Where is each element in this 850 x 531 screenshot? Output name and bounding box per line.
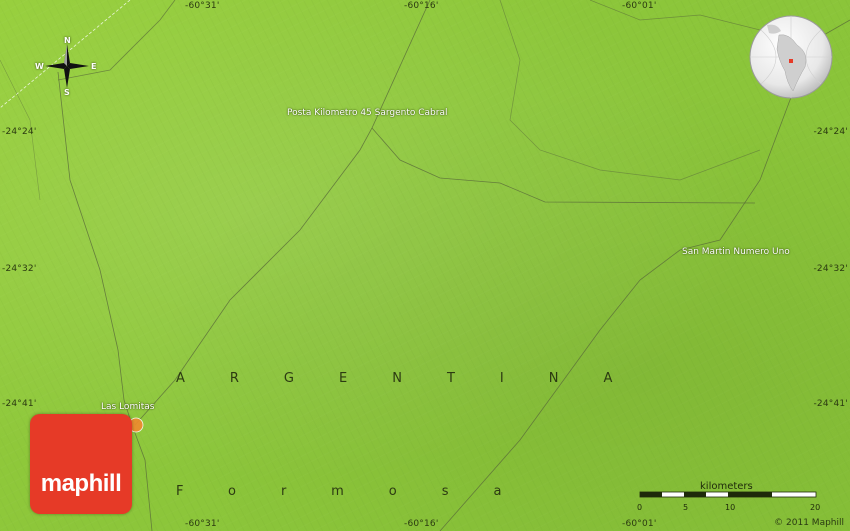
latitude-label-right: -24°24' [813,127,848,137]
maphill-logo[interactable]: maphill [30,414,132,514]
road [134,0,431,426]
latitude-label-right: -24°41' [813,399,848,409]
place-label-las-lomitas[interactable]: Las Lomitas [101,402,154,412]
longitude-label-bottom: -60°31' [185,519,220,529]
place-label-posta-km45[interactable]: Posta Kilometro 45 Sargento Cabral [287,108,447,118]
compass-rose-icon [45,44,89,88]
scale-bar [639,491,817,498]
longitude-label-bottom: -60°01' [622,519,657,529]
scale-tick: 5 [683,503,689,512]
scale-tick: 10 [725,503,736,512]
place-label-san-martin[interactable]: San Martin Numero Uno [682,247,790,257]
latitude-label-right: -24°32' [813,264,848,274]
country-label: ARGENTINA [176,371,658,386]
longitude-label-top: -60°31' [185,1,220,11]
maphill-logo-text: maphill [40,470,122,497]
scale-tick: 0 [637,503,643,512]
longitude-label-bottom: -60°16' [404,519,439,529]
road [371,127,756,204]
map-canvas[interactable]: N S E W -60°31' -60°16' -60°01' -60°31' … [0,0,850,531]
scale-tick: 20 [810,503,821,512]
latitude-label-left: -24°32' [2,264,37,274]
copyright-notice: © 2011 Maphill [774,518,844,528]
scale-unit-label: kilometers [700,481,753,492]
compass-south-label: S [64,88,70,97]
compass-west-label: W [35,62,44,71]
longitude-label-top: -60°16' [404,1,439,11]
compass-north-label: N [64,36,71,45]
compass-east-label: E [91,62,97,71]
longitude-label-top: -60°01' [622,1,657,11]
globe-inset-icon [749,15,833,99]
latitude-label-left: -24°41' [2,399,37,409]
latitude-label-left: -24°24' [2,127,37,137]
river [499,0,761,181]
province-label: Formosa [176,484,547,499]
